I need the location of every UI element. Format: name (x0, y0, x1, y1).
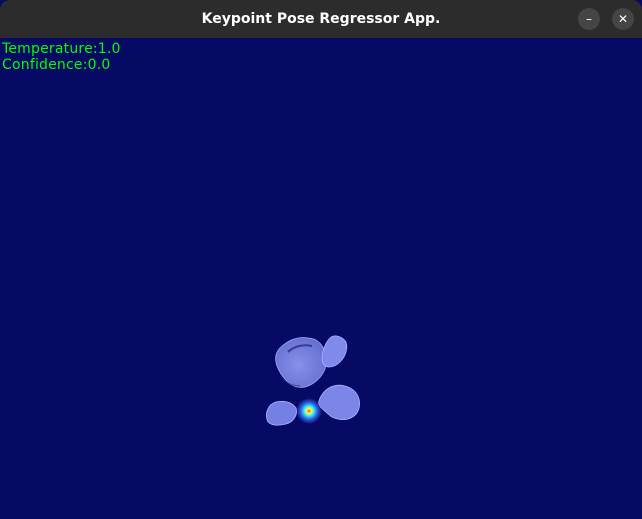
render-viewport[interactable]: Temperature:1.0 Confidence:0.0 (0, 38, 642, 519)
temperature-readout: Temperature:1.0 (2, 41, 121, 57)
close-button[interactable]: ✕ (612, 8, 634, 30)
minimize-icon: – (586, 12, 592, 26)
model-lobe-right (318, 384, 360, 420)
title-bar[interactable]: Keypoint Pose Regressor App. – ✕ (0, 0, 642, 38)
keypoint-heatmap (296, 398, 322, 424)
3d-model-render (266, 335, 360, 426)
window-title: Keypoint Pose Regressor App. (201, 11, 441, 27)
model-lobe-left (266, 400, 297, 426)
model-ear (321, 335, 348, 368)
app-window: Keypoint Pose Regressor App. – ✕ Tempera… (0, 0, 642, 519)
minimize-button[interactable]: – (578, 8, 600, 30)
confidence-readout: Confidence:0.0 (2, 57, 111, 73)
close-icon: ✕ (617, 12, 629, 26)
